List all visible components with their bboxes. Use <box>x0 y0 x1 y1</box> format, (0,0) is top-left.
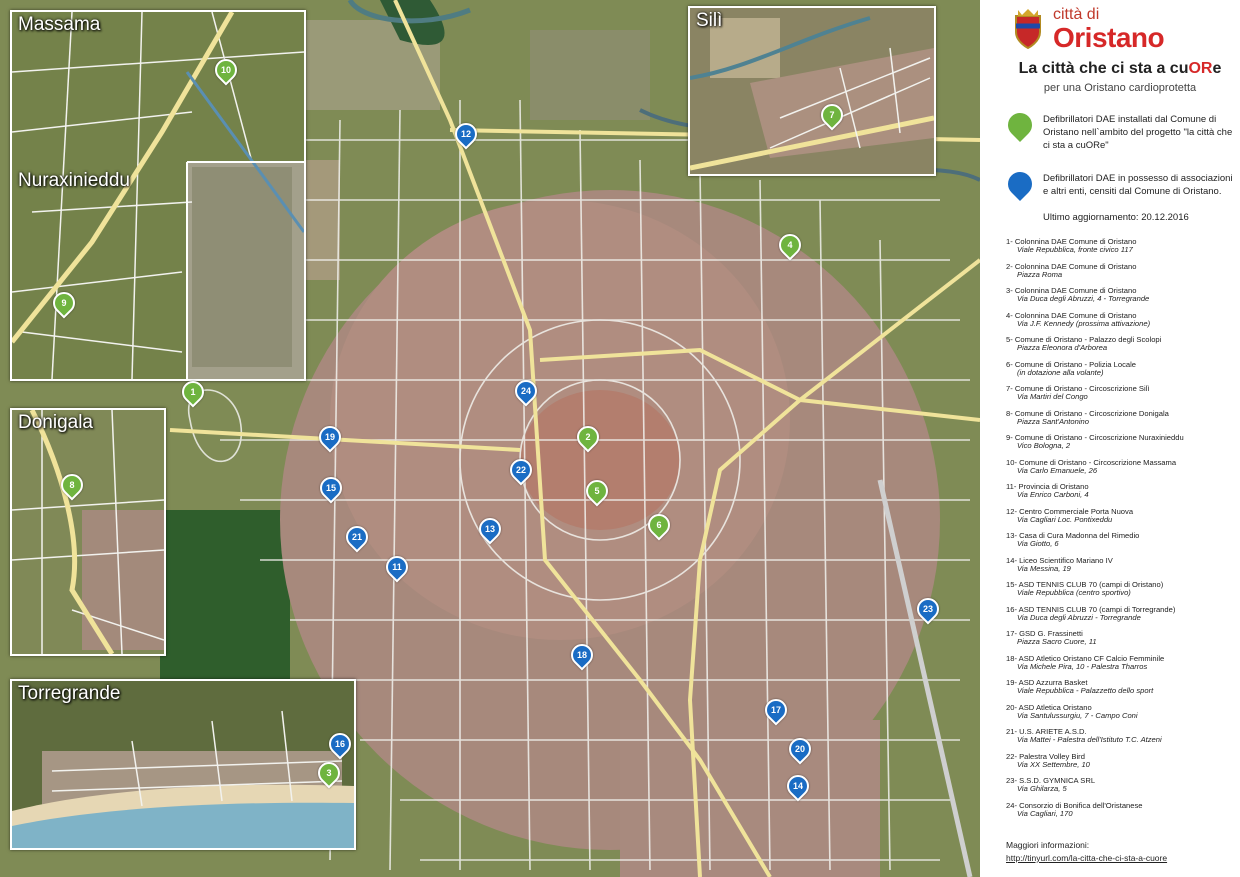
list-item: 12- Centro Commerciale Porta Nuova Via Ca… <box>1006 507 1236 524</box>
list-item-address: Via J.F. Kennedy (prossima attivazione) <box>1017 318 1151 328</box>
list-item-address: Via Ghilarza, 5 <box>1017 784 1067 794</box>
list-item-address: Piazza Eleonora d'Arborea <box>1017 343 1108 353</box>
inset-massama-nuraxinieddu[interactable]: Massama Nuraxinieddu <box>10 10 306 381</box>
list-item-address: Via Enrico Carboni, 4 <box>1017 490 1089 500</box>
list-item: 18- ASD Atletico Oristano CF Calcio Femm… <box>1006 654 1236 671</box>
more-info-link[interactable]: http://tinyurl.com/la-citta-che-ci-sta-a… <box>1006 853 1167 863</box>
list-item: 6- Comune di Oristano - Polizia Locale (i… <box>1006 360 1236 377</box>
list-item: 24- Consorzio di Bonifica dell'Oristanes… <box>1006 801 1236 818</box>
inset-map <box>12 681 354 848</box>
coat-of-arms-logo <box>1015 9 1041 50</box>
list-item: 11- Provincia di Oristano Via Enrico Carb… <box>1006 482 1236 500</box>
list-item-address: Viale Repubblica (centro sportivo) <box>1017 588 1131 598</box>
list-item-address: (in dotazione alla volante) <box>1017 367 1104 377</box>
list-item-address: Via Michele Pira, 10 - Palestra Tharros <box>1017 661 1148 671</box>
list-item-address: Via Giotto, 6 <box>1017 539 1059 549</box>
list-item: 13- Casa di Cura Madonna del Rimedio Via … <box>1006 531 1236 549</box>
list-item-address: Via Duca degli Abruzzi - Torregrande <box>1017 612 1141 622</box>
inset-map <box>12 12 304 379</box>
list-item: 9- Comune di Oristano - Circoscrizione N… <box>1006 433 1236 451</box>
inset-title-torregrande: Torregrande <box>18 683 121 704</box>
inset-torregrande[interactable]: Torregrande <box>10 679 356 850</box>
subtitle: per una Oristano cardioprotetta <box>1043 82 1197 94</box>
slogan: La città che ci sta a cuORe <box>1018 60 1222 77</box>
inset-map <box>690 8 934 174</box>
list-item-address: Viale Repubblica, fronte civico 117 <box>1017 245 1133 255</box>
list-item: 19- ASD Azzurra Basket Viale Repubblica -… <box>1006 678 1236 696</box>
list-item: 5- Comune di Oristano - Palazzo degli Sc… <box>1006 335 1236 353</box>
inset-map <box>12 410 164 654</box>
logo-city-name: Oristano <box>1053 22 1165 53</box>
inset-title-donigala: Donigala <box>18 412 93 433</box>
list-item: 15- ASD TENNIS CLUB 70 (campi di Oristan… <box>1006 580 1236 598</box>
list-item: 20- ASD Atletica Oristano Via Santulussur… <box>1006 703 1236 720</box>
legend-green-text: Defibrillatori DAE installati dal Comune… <box>1043 114 1233 151</box>
inset-donigala[interactable]: Donigala <box>10 408 166 656</box>
list-item-address: Via Martiri del Congo <box>1017 392 1088 402</box>
list-item: 2- Colonnina DAE Comune di Oristano Piazz… <box>1006 262 1236 279</box>
inset-title-nuraxinieddu: Nuraxinieddu <box>18 170 130 191</box>
list-item-address: Vico Bologna, 2 <box>1017 441 1071 451</box>
list-item-address: Via Cagliari, 170 <box>1017 808 1073 818</box>
list-item-address: Via Santulussurgiu, 7 - Campo Coni <box>1017 710 1138 720</box>
list-item: 22- Palestra Volley Bird Via XX Settembre… <box>1006 752 1236 769</box>
list-item: 16- ASD TENNIS CLUB 70 (campi di Torregr… <box>1006 605 1236 622</box>
list-item-address: Via Cagliari Loc. Pontixeddu <box>1017 514 1113 524</box>
list-item-address: Via Carlo Emanuele, 26 <box>1017 465 1098 475</box>
defibrillator-list: 1- Colonnina DAE Comune di Oristano Viale… <box>1006 237 1236 826</box>
list-item-address: Piazza Sant'Antonino <box>1017 416 1089 426</box>
list-item-address: Via Duca degli Abruzzi, 4 - Torregrande <box>1017 294 1150 304</box>
inset-title-sili: Silì <box>696 10 723 31</box>
inset-sili[interactable]: Silì <box>688 6 936 176</box>
list-item: 14- Liceo Scientifico Mariano IV Via Mess… <box>1006 556 1236 573</box>
city-map[interactable]: Massama Nuraxinieddu Donigala Torregrand… <box>0 0 980 877</box>
list-item: 17- GSD G. Frassinetti Piazza Sacro Cuore… <box>1006 629 1236 647</box>
list-item-address: Via Messina, 19 <box>1017 563 1071 573</box>
list-item: 7- Comune di Oristano - Circoscrizione S… <box>1006 384 1236 402</box>
list-item: 3- Colonnina DAE Comune di Oristano Via D… <box>1006 286 1236 304</box>
list-item-address: Piazza Roma <box>1017 269 1063 279</box>
legend-update-date: Ultimo aggiornamento: 20.12.2016 <box>1043 212 1189 223</box>
legend-blue-text: Defibrillatori DAE in possesso di associ… <box>1043 173 1233 197</box>
list-item: 4- Colonnina DAE Comune di Oristano Via J… <box>1006 311 1236 328</box>
list-item-address: Viale Repubblica - Palazzetto dello spor… <box>1017 686 1154 696</box>
list-item-address: Piazza Sacro Cuore, 11 <box>1017 637 1097 647</box>
more-info-label: Maggiori informazioni: <box>1006 840 1090 850</box>
inset-title-massama: Massama <box>18 14 101 35</box>
list-item: 21- U.S. ARIETE A.S.D. Via Mattei - Pales… <box>1006 727 1236 745</box>
list-item: 1- Colonnina DAE Comune di Oristano Viale… <box>1006 237 1236 255</box>
list-item: 8- Comune di Oristano - Circoscrizione D… <box>1006 409 1236 426</box>
list-item-address: Via XX Settembre, 10 <box>1017 759 1090 769</box>
list-item: 10- Comune di Oristano - Circoscrizione … <box>1006 458 1236 475</box>
list-item-address: Via Mattei - Palestra dell'Istituto T.C.… <box>1017 735 1162 745</box>
list-item: 23- S.S.D. GYMNICA SRL Via Ghilarza, 5 <box>1006 776 1236 794</box>
